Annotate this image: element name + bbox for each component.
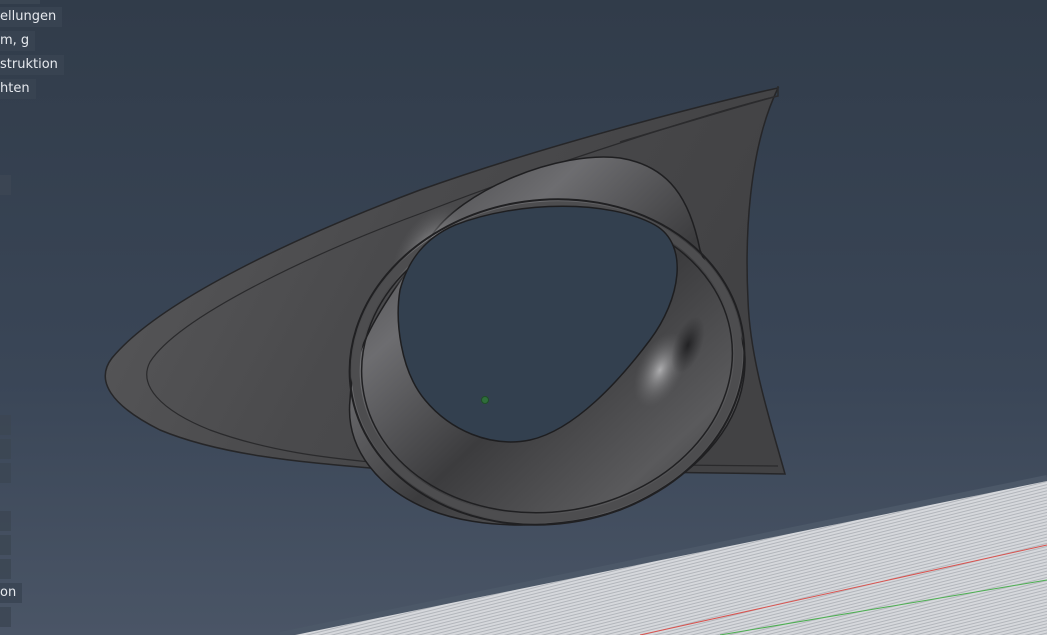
panel-collapsed-item[interactable] xyxy=(0,175,11,195)
panel-collapsed-item[interactable] xyxy=(0,607,11,627)
panel-collapsed-item[interactable] xyxy=(0,511,11,531)
panel-item-bottom[interactable]: on xyxy=(0,583,23,603)
panel-collapsed-item[interactable] xyxy=(0,463,11,483)
panel-top-stub xyxy=(0,0,40,4)
panel-item-einstellungen[interactable]: ellungen xyxy=(0,7,63,27)
panel-item-label: ellungen xyxy=(0,9,57,24)
3d-scene[interactable] xyxy=(0,0,1047,635)
panel-collapsed-item[interactable] xyxy=(0,439,11,459)
panel-item-einheiten[interactable]: m, g xyxy=(0,31,36,51)
panel-collapsed-item[interactable] xyxy=(0,415,11,435)
3d-viewport[interactable]: ellungen m, g struktion hten on xyxy=(0,0,1047,635)
panel-collapsed-item[interactable] xyxy=(0,559,11,579)
panel-item-label: struktion xyxy=(0,57,58,72)
panel-item-konstruktion[interactable]: struktion xyxy=(0,55,64,75)
panel-item-ansichten[interactable]: hten xyxy=(0,79,36,99)
panel-collapsed-item[interactable] xyxy=(0,535,11,555)
pivot-point-marker xyxy=(481,396,489,404)
panel-item-label: hten xyxy=(0,81,30,96)
panel-item-label: on xyxy=(0,585,17,600)
panel-item-label: m, g xyxy=(0,33,30,48)
